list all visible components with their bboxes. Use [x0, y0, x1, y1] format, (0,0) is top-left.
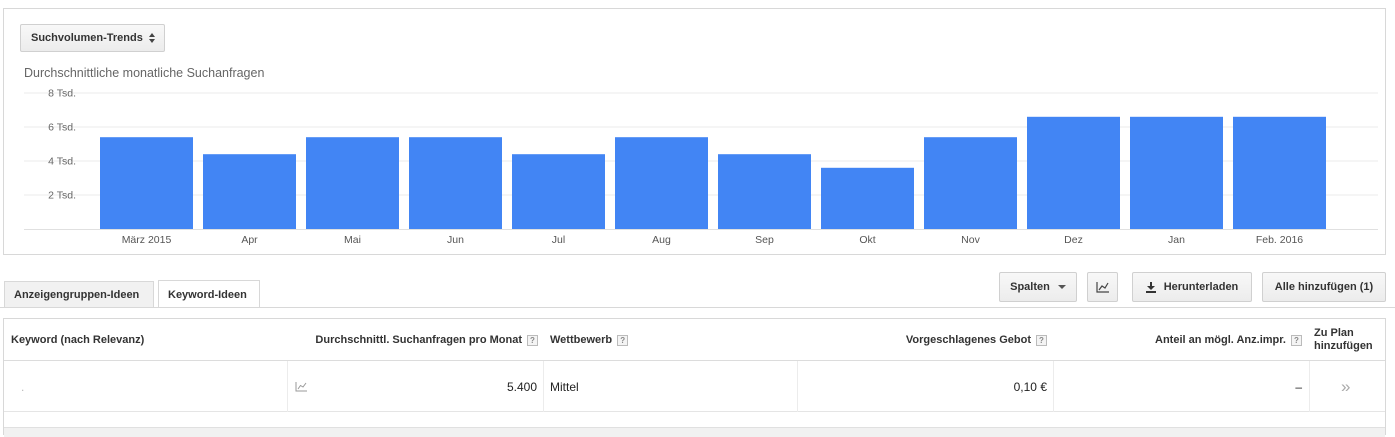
y-tick-label: 4 Tsd.	[48, 156, 76, 168]
x-tick-label: Nov	[961, 234, 980, 246]
header-competition[interactable]: Wettbewerb ?	[550, 319, 629, 361]
line-chart-icon	[295, 382, 307, 392]
caret-down-icon	[1057, 285, 1066, 289]
header-impr-share-label: Anteil an mögl. Anz.impr.	[1155, 334, 1286, 346]
help-icon[interactable]: ?	[617, 334, 629, 346]
bar-chart: 2 Tsd. 4 Tsd. 6 Tsd. 8 Tsd. März 2015 Apr Mai J…	[24, 88, 1378, 246]
bar-5[interactable]	[512, 154, 605, 229]
column-divider	[797, 361, 798, 412]
column-divider	[1053, 361, 1054, 412]
help-icon[interactable]: ?	[527, 334, 538, 346]
bar-8[interactable]	[821, 167, 914, 229]
header-impr-share[interactable]: Anteil an mögl. Anz.impr. ?	[1058, 319, 1302, 361]
table-header: Keyword (nach Relevanz) Durchschnittl. S…	[4, 319, 1385, 361]
add-all-button[interactable]: Alle hinzufügen (1)	[1262, 272, 1386, 302]
bar-7[interactable]	[718, 154, 811, 229]
tab-keyword-ideas-label: Keyword-Ideen	[168, 288, 247, 301]
add-to-plan-button[interactable]: »	[1341, 361, 1350, 412]
y-tick-label: 8 Tsd.	[48, 88, 76, 100]
competition-cell: Mittel	[550, 379, 579, 394]
x-tick-label: Aug	[652, 234, 671, 246]
columns-button-label: Spalten	[1010, 281, 1050, 293]
x-tick-label: Mai	[344, 234, 361, 246]
table-footer	[4, 427, 1385, 437]
column-divider	[1309, 361, 1310, 412]
header-suggested-bid-label: Vorgeschlagenes Gebot	[905, 334, 1031, 346]
bar-10[interactable]	[1027, 116, 1120, 229]
bar-1[interactable]	[100, 137, 193, 229]
header-competition-label: Wettbewerb	[550, 334, 613, 346]
x-tick-label: Feb. 2016	[1256, 234, 1303, 246]
x-tick-label: Dez	[1064, 234, 1083, 246]
help-icon[interactable]: ?	[1036, 334, 1047, 346]
tab-adgroup-ideas-label: Anzeigengruppen-Ideen	[14, 289, 140, 301]
download-button[interactable]: Herunterladen	[1132, 272, 1252, 302]
bar-6[interactable]	[615, 137, 708, 229]
trend-chart-cell[interactable]	[295, 361, 308, 412]
line-chart-icon	[1095, 282, 1109, 293]
header-add-to-plan: Zu Plan hinzufügen	[1314, 319, 1384, 361]
tab-keyword-ideas[interactable]: Keyword-Ideen	[158, 280, 260, 308]
impr-share-cell: –	[1295, 379, 1302, 394]
x-tick-label: März 2015	[122, 234, 172, 246]
header-add-to-plan-line2: hinzufügen	[1314, 340, 1373, 352]
avg-searches-cell: 5.400	[506, 379, 537, 394]
suggested-bid-cell: 0,10 €	[1013, 379, 1047, 394]
x-tick-label: Sep	[755, 234, 774, 246]
keyword-ideas-table: Keyword (nach Relevanz) Durchschnittl. S…	[3, 318, 1386, 437]
header-suggested-bid[interactable]: Vorgeschlagenes Gebot ?	[804, 319, 1047, 361]
bar-4[interactable]	[409, 137, 502, 229]
help-icon[interactable]: ?	[1291, 334, 1302, 346]
download-icon	[1145, 281, 1156, 293]
chart-toggle-button[interactable]	[1087, 272, 1118, 302]
y-tick-label: 6 Tsd.	[48, 122, 76, 134]
x-tick-label: Jun	[447, 234, 464, 246]
bar-11[interactable]	[1130, 116, 1223, 229]
header-avg-searches[interactable]: Durchschnittl. Suchanfragen pro Monat ?	[292, 319, 538, 361]
bar-9[interactable]	[924, 137, 1017, 229]
x-tick-label: Jan	[1168, 234, 1185, 246]
header-keyword[interactable]: Keyword (nach Relevanz)	[11, 319, 144, 361]
bar-2[interactable]	[203, 154, 296, 229]
bar-3[interactable]	[306, 137, 399, 229]
column-divider	[543, 361, 544, 412]
header-keyword-label: Keyword (nach Relevanz)	[11, 334, 145, 346]
bar-12[interactable]	[1233, 116, 1326, 229]
header-avg-searches-label: Durchschnittl. Suchanfragen pro Monat	[315, 334, 522, 346]
columns-button[interactable]: Spalten	[999, 272, 1077, 302]
x-tick-label: Jul	[552, 234, 565, 246]
table-row: . 5.400 Mittel 0,10 € – »	[4, 361, 1385, 412]
keyword-cell[interactable]: .	[21, 361, 24, 412]
x-tick-label: Apr	[241, 234, 258, 246]
header-add-to-plan-line1: Zu Plan	[1314, 327, 1354, 339]
download-button-label: Herunterladen	[1163, 281, 1239, 293]
x-tick-label: Okt	[859, 234, 875, 246]
search-volume-trends-card: Suchvolumen-Trends Durchschnittliche mon…	[3, 8, 1386, 255]
add-all-button-label: Alle hinzufügen (1)	[1274, 281, 1374, 293]
column-divider	[287, 361, 288, 412]
tab-divider	[0, 307, 1395, 308]
y-tick-label: 2 Tsd.	[48, 190, 76, 202]
tab-adgroup-ideas[interactable]: Anzeigengruppen-Ideen	[4, 281, 154, 308]
